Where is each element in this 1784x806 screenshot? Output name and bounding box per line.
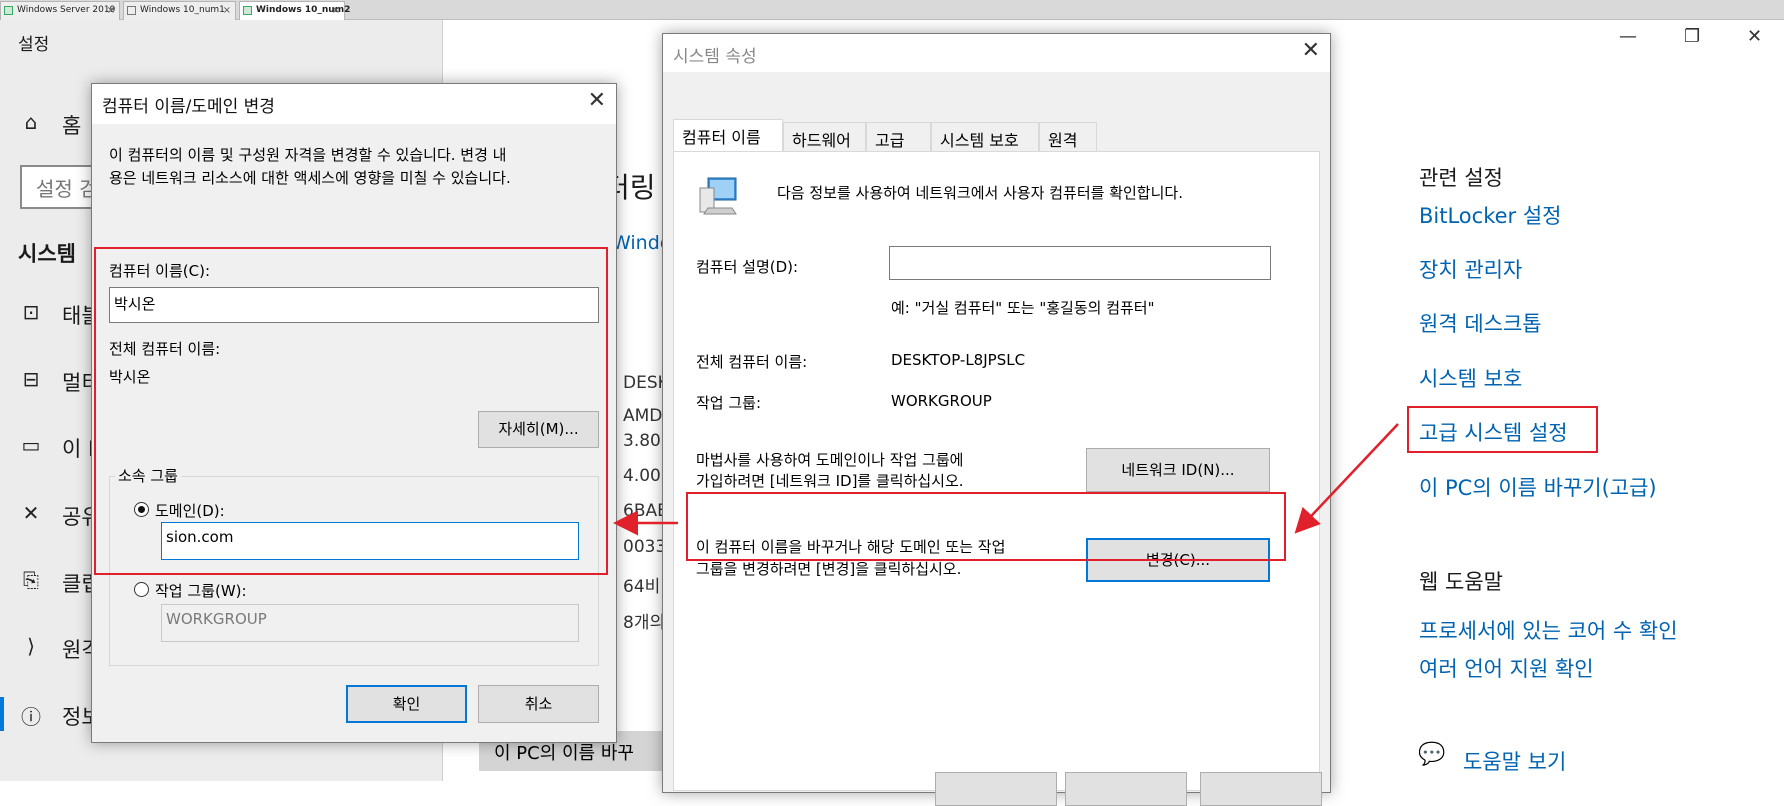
vm-icon: [127, 6, 136, 15]
computer-name-panel: 다음 정보를 사용하여 네트워크에서 사용자 컴퓨터를 확인합니다. 컴퓨터 설…: [673, 151, 1320, 791]
minimize-icon[interactable]: —: [1619, 26, 1637, 47]
dialog-title: 컴퓨터 이름/도메인 변경: [102, 97, 275, 117]
ok-button-partial[interactable]: [935, 772, 1057, 806]
spec-value: AMD: [623, 406, 663, 426]
close-icon[interactable]: ✕: [588, 88, 606, 113]
share-icon: ✕: [22, 501, 40, 525]
tablet-icon: ⊡: [22, 300, 40, 324]
tab-computer-name[interactable]: 컴퓨터 이름: [673, 119, 783, 152]
workgroup-value: WORKGROUP: [891, 392, 992, 410]
project-icon: ▭: [21, 433, 41, 457]
nav-home[interactable]: 홈: [62, 110, 81, 140]
tab-advanced[interactable]: 고급: [866, 122, 931, 151]
workgroup-label: 작업 그룹:: [696, 394, 762, 412]
computer-icon: [699, 177, 737, 215]
full-computer-name-label: 전체 컴퓨터 이름:: [696, 353, 808, 371]
link-bitlocker[interactable]: BitLocker 설정: [1419, 200, 1561, 230]
link-system-protection[interactable]: 시스템 보호: [1419, 363, 1522, 393]
rename-intro-line1: 이 컴퓨터의 이름 및 구성원 자격을 변경할 수 있습니다. 변경 내: [109, 146, 507, 164]
vm-icon: [4, 6, 13, 15]
cancel-button[interactable]: 취소: [478, 685, 599, 723]
web-help-heading: 웹 도움말: [1419, 570, 1503, 594]
nav-selection-indicator: [0, 697, 4, 731]
remote-icon: ⟩: [27, 634, 35, 658]
close-icon[interactable]: ×: [107, 2, 115, 19]
sysprops-intro-text: 다음 정보를 사용하여 네트워크에서 사용자 컴퓨터를 확인합니다.: [777, 184, 1183, 202]
rename-dialog-titlebar: 컴퓨터 이름/도메인 변경 ✕: [92, 84, 616, 124]
link-language-support[interactable]: 여러 언어 지원 확인: [1419, 653, 1594, 683]
apply-button-partial[interactable]: [1200, 772, 1322, 806]
computer-description-label: 컴퓨터 설명(D):: [696, 258, 799, 276]
vm-tab-win10-num2[interactable]: Windows 10_num2 ×: [239, 1, 350, 20]
dialog-title: 시스템 속성: [673, 47, 757, 67]
spec-value: 4.00: [623, 466, 661, 486]
info-icon: ⓘ: [21, 705, 41, 729]
tab-remote[interactable]: 원격: [1039, 122, 1097, 151]
link-rename-pc-advanced[interactable]: 이 PC의 이름 바꾸기(고급): [1419, 472, 1657, 502]
clipboard-icon: ⎘: [23, 568, 39, 592]
multitask-icon: ⊟: [22, 367, 40, 391]
vm-icon: [243, 6, 252, 15]
change-text-line2: 그룹을 변경하려면 [변경]을 클릭하십시오.: [696, 560, 962, 578]
vm-tab-label: Windows 10_num1: [140, 5, 225, 15]
home-icon: ⌂: [24, 110, 38, 134]
network-id-button[interactable]: 네트워크 ID(N)...: [1086, 448, 1270, 492]
restore-icon[interactable]: ❐: [1684, 26, 1700, 47]
link-device-manager[interactable]: 장치 관리자: [1419, 254, 1522, 284]
network-id-text-line1: 마법사를 사용하여 도메인이나 작업 그룹에: [696, 451, 964, 469]
annotation-box-advanced-settings: [1407, 406, 1598, 453]
link-remote-desktop[interactable]: 원격 데스크톱: [1419, 308, 1542, 338]
ok-button[interactable]: 확인: [346, 685, 467, 723]
tab-hardware[interactable]: 하드웨어: [783, 122, 866, 151]
link-processor-cores[interactable]: 프로세서에 있는 코어 수 확인: [1419, 615, 1678, 645]
full-computer-name-value: DESKTOP-L8JPSLC: [891, 351, 1026, 369]
help-chat-icon: 💬: [1418, 742, 1446, 767]
workgroup-radio[interactable]: [134, 582, 149, 597]
vm-tab-strip: Windows Server 2019 × Windows 10_num1 × …: [0, 0, 1784, 20]
system-properties-dialog: 시스템 속성 ✕ 컴퓨터 이름 하드웨어 고급 시스템 보호 원격 다음 정보를…: [662, 33, 1331, 806]
computer-description-example: 예: "거실 컴퓨터" 또는 "홍길동의 컴퓨터": [891, 299, 1155, 317]
workgroup-input[interactable]: WORKGROUP: [161, 604, 579, 642]
vm-tab-win10-num1[interactable]: Windows 10_num1 ×: [123, 1, 236, 20]
close-icon[interactable]: ×: [332, 2, 340, 19]
app-title: 설정: [18, 35, 50, 55]
annotation-box-rename-fields: [94, 247, 608, 575]
network-id-text-line2: 가입하려면 [네트워크 ID]를 클릭하십시오.: [696, 472, 964, 490]
spec-value: 64비: [623, 577, 661, 597]
vm-tab-server2019[interactable]: Windows Server 2019 ×: [0, 1, 120, 20]
annotation-box-change: [686, 492, 1286, 561]
vm-tab-label: Windows Server 2019: [17, 5, 116, 15]
spec-value: 8개의: [623, 613, 666, 633]
close-icon[interactable]: ✕: [1302, 38, 1320, 63]
link-get-help[interactable]: 도움말 보기: [1463, 746, 1566, 776]
tab-system-protection[interactable]: 시스템 보호: [931, 122, 1039, 151]
spec-value: 3.80: [623, 431, 661, 451]
rename-intro-line2: 용은 네트워크 리소스에 대한 액세스에 영향을 미칠 수 있습니다.: [109, 169, 511, 187]
cancel-button-partial[interactable]: [1065, 772, 1187, 806]
spec-value: 0033: [623, 537, 667, 557]
workgroup-label: 작업 그룹(W):: [155, 582, 247, 600]
nav-section-title: 시스템: [18, 242, 76, 266]
computer-description-input[interactable]: [889, 246, 1271, 280]
close-icon[interactable]: ✕: [1747, 26, 1762, 47]
system-properties-titlebar: 시스템 속성 ✕: [663, 34, 1330, 72]
related-settings-heading: 관련 설정: [1419, 166, 1503, 190]
close-icon[interactable]: ×: [223, 2, 231, 19]
